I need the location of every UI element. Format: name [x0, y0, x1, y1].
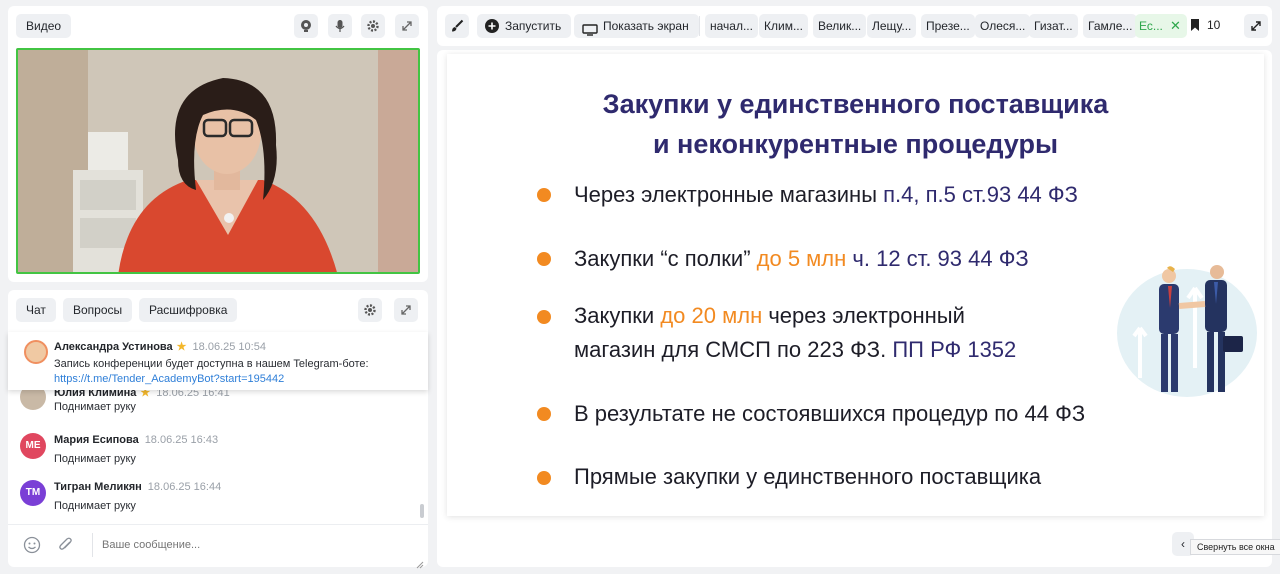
pinned-text: Запись конференции будет доступна в наше…: [54, 358, 369, 370]
avatar: ТМ: [20, 480, 46, 506]
chat-message: МЕ Мария Есипова 18.06.25 16:43 Поднимает…: [20, 432, 420, 466]
message-text: Поднимает руку: [54, 401, 136, 413]
microphone-icon[interactable]: [328, 14, 352, 38]
slide-bullet: Через электронные магазины п.4, п.5 ст.9…: [574, 178, 1078, 212]
bullet-text: магазин для СМСП по 223 ФЗ.: [574, 337, 893, 362]
avatar: [24, 340, 48, 364]
bullet-highlight: до 5 млн: [756, 246, 847, 271]
slide-title-line2: и неконкурентные процедуры: [652, 129, 1059, 159]
resize-handle-icon[interactable]: [416, 556, 424, 574]
tab-participant[interactable]: Лещу...: [867, 14, 917, 38]
tab-participant[interactable]: Гамле...: [1083, 14, 1138, 38]
chat-expand-icon[interactable]: [394, 298, 418, 322]
tab-participant[interactable]: Олеся...: [975, 14, 1031, 38]
slide-title-line1: Закупки у единственного поставщика: [602, 89, 1109, 119]
pinned-message: Александра Устинова ★ 18.06.25 10:54 Запис…: [8, 332, 428, 390]
share-screen-label: Показать экран: [603, 19, 689, 33]
pinned-time: 18.06.25 10:54: [192, 341, 266, 353]
message-time: 18.06.25 16:44: [147, 481, 222, 493]
tab-participant[interactable]: Клим...: [759, 14, 808, 38]
bullet-dot: [537, 188, 551, 202]
divider: [699, 16, 700, 36]
message-time: 18.06.25 16:43: [144, 434, 219, 446]
bookmark-icon[interactable]: [1189, 18, 1201, 37]
start-button-label: Запустить: [505, 19, 562, 33]
star-icon: ★: [176, 341, 187, 353]
slide-bullet: Прямые закупки у единственного поставщик…: [574, 464, 1042, 489]
divider: [92, 533, 93, 557]
camera-icon[interactable]: [294, 14, 318, 38]
presentation-area: Закупки у единственного поставщика и нек…: [437, 50, 1280, 567]
message-author: Тигран Меликян: [54, 481, 142, 493]
video-panel: Видео: [8, 6, 428, 282]
slide-bullet: Закупки до 20 млн через электронный мага…: [574, 299, 1016, 367]
brush-icon[interactable]: [445, 14, 469, 38]
bullet-highlight: до 20 млн: [660, 303, 763, 328]
expand-icon[interactable]: [395, 14, 419, 38]
emoji-icon[interactable]: [23, 536, 41, 559]
chat-message: ТМ Тигран Меликян 18.06.25 16:44 Поднимае…: [20, 479, 420, 513]
chat-scrollbar[interactable]: [420, 504, 424, 518]
bullet-text: Закупки: [574, 303, 661, 328]
slide: Закупки у единственного поставщика и нек…: [447, 54, 1264, 516]
presentation-toolbar: Запустить Показать экран начал... Клим..…: [437, 6, 1272, 46]
avatar: МЕ: [20, 433, 46, 459]
slide-title: Закупки у единственного поставщика и нек…: [447, 84, 1264, 164]
share-screen-button[interactable]: Показать экран: [574, 14, 699, 38]
message-text: Поднимает руку: [54, 500, 136, 512]
bullet-text: Через электронные магазины: [574, 182, 884, 207]
bookmark-count: 10: [1207, 18, 1221, 32]
tab-participant[interactable]: Велик...: [813, 14, 867, 38]
video-panel-title: Видео: [16, 14, 72, 38]
pinned-author: Александра Устинова: [54, 341, 173, 353]
divider: [8, 524, 428, 525]
plus-icon: [485, 19, 499, 33]
bullet-dot: [537, 407, 551, 421]
tooltip: Свернуть все окна: [1190, 539, 1280, 555]
bullet-dot: [537, 310, 551, 324]
tab-label: Ес...: [1139, 19, 1163, 33]
message-input[interactable]: [102, 534, 402, 556]
settings-gear-icon[interactable]: [361, 14, 385, 38]
bullet-ref: ПП РФ 1352: [892, 337, 1017, 362]
webcam-video: [16, 48, 420, 274]
tab-participant[interactable]: Презе...: [921, 14, 975, 38]
bullet-ref: ч. 12 ст. 93 44 ФЗ: [846, 246, 1029, 271]
close-icon[interactable]: ✕: [1170, 14, 1181, 38]
tab-participant[interactable]: Гизат...: [1029, 14, 1078, 38]
start-button[interactable]: Запустить: [477, 14, 572, 38]
tab-participant-active[interactable]: Ес... ✕: [1135, 14, 1187, 38]
bullet-dot: [537, 471, 551, 485]
attach-paperclip-icon[interactable]: [57, 536, 75, 559]
tab-chat[interactable]: Чат: [16, 298, 56, 322]
bullet-text: через электронный: [762, 303, 965, 328]
tab-transcription[interactable]: Расшифровка: [139, 298, 238, 322]
bullet-dot: [537, 252, 551, 266]
chat-settings-gear-icon[interactable]: [358, 298, 382, 322]
pinned-link[interactable]: https://t.me/Tender_AcademyBot?start=195…: [54, 373, 284, 385]
tab-questions[interactable]: Вопросы: [63, 298, 133, 322]
message-text: Поднимает руку: [54, 453, 136, 465]
bullet-text: Закупки “с полки”: [574, 246, 757, 271]
tab-participant[interactable]: начал...: [705, 14, 758, 38]
monitor-icon: [582, 20, 598, 44]
business-handshake-illustration: [1115, 258, 1260, 403]
bullet-ref: п.4, п.5 ст.93 44 ФЗ: [883, 182, 1078, 207]
slide-bullet: В результате не состоявшихся процедур по…: [574, 401, 1086, 426]
slide-bullet: Закупки “с полки” до 5 млн ч. 12 ст. 93 …: [574, 242, 1029, 276]
fullscreen-expand-icon[interactable]: [1244, 14, 1268, 38]
message-author: Мария Есипова: [54, 434, 139, 446]
